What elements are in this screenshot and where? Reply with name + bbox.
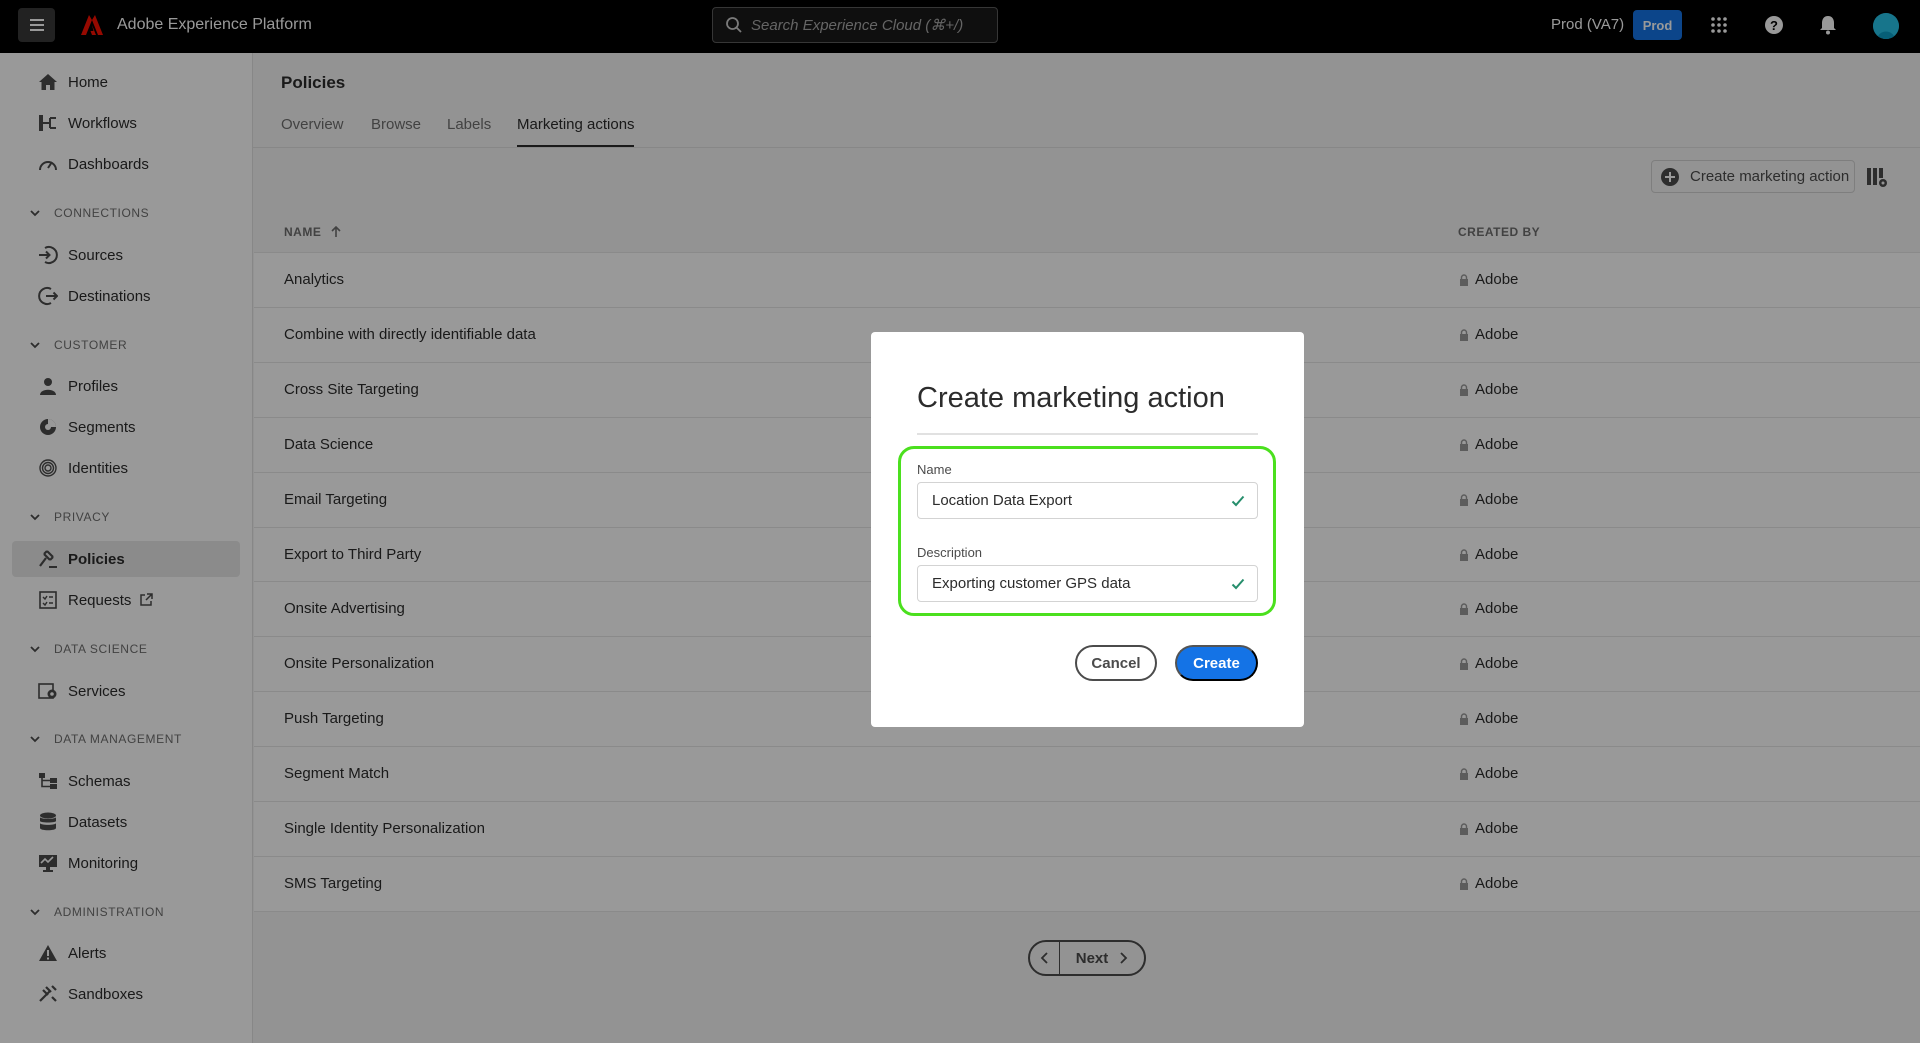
description-input[interactable] (932, 575, 1222, 592)
create-button[interactable]: Create (1175, 645, 1258, 681)
name-field[interactable] (917, 482, 1258, 519)
description-field-label: Description (917, 545, 983, 560)
cancel-button[interactable]: Cancel (1075, 645, 1157, 681)
dialog-divider (917, 433, 1258, 435)
dialog-title: Create marketing action (917, 382, 1225, 414)
checkmark-icon (1231, 578, 1245, 590)
create-marketing-action-dialog: Create marketing action Name Description… (871, 332, 1304, 727)
checkmark-icon (1231, 495, 1245, 507)
description-field[interactable] (917, 565, 1258, 602)
name-field-label: Name (917, 462, 952, 477)
name-input[interactable] (932, 492, 1222, 509)
